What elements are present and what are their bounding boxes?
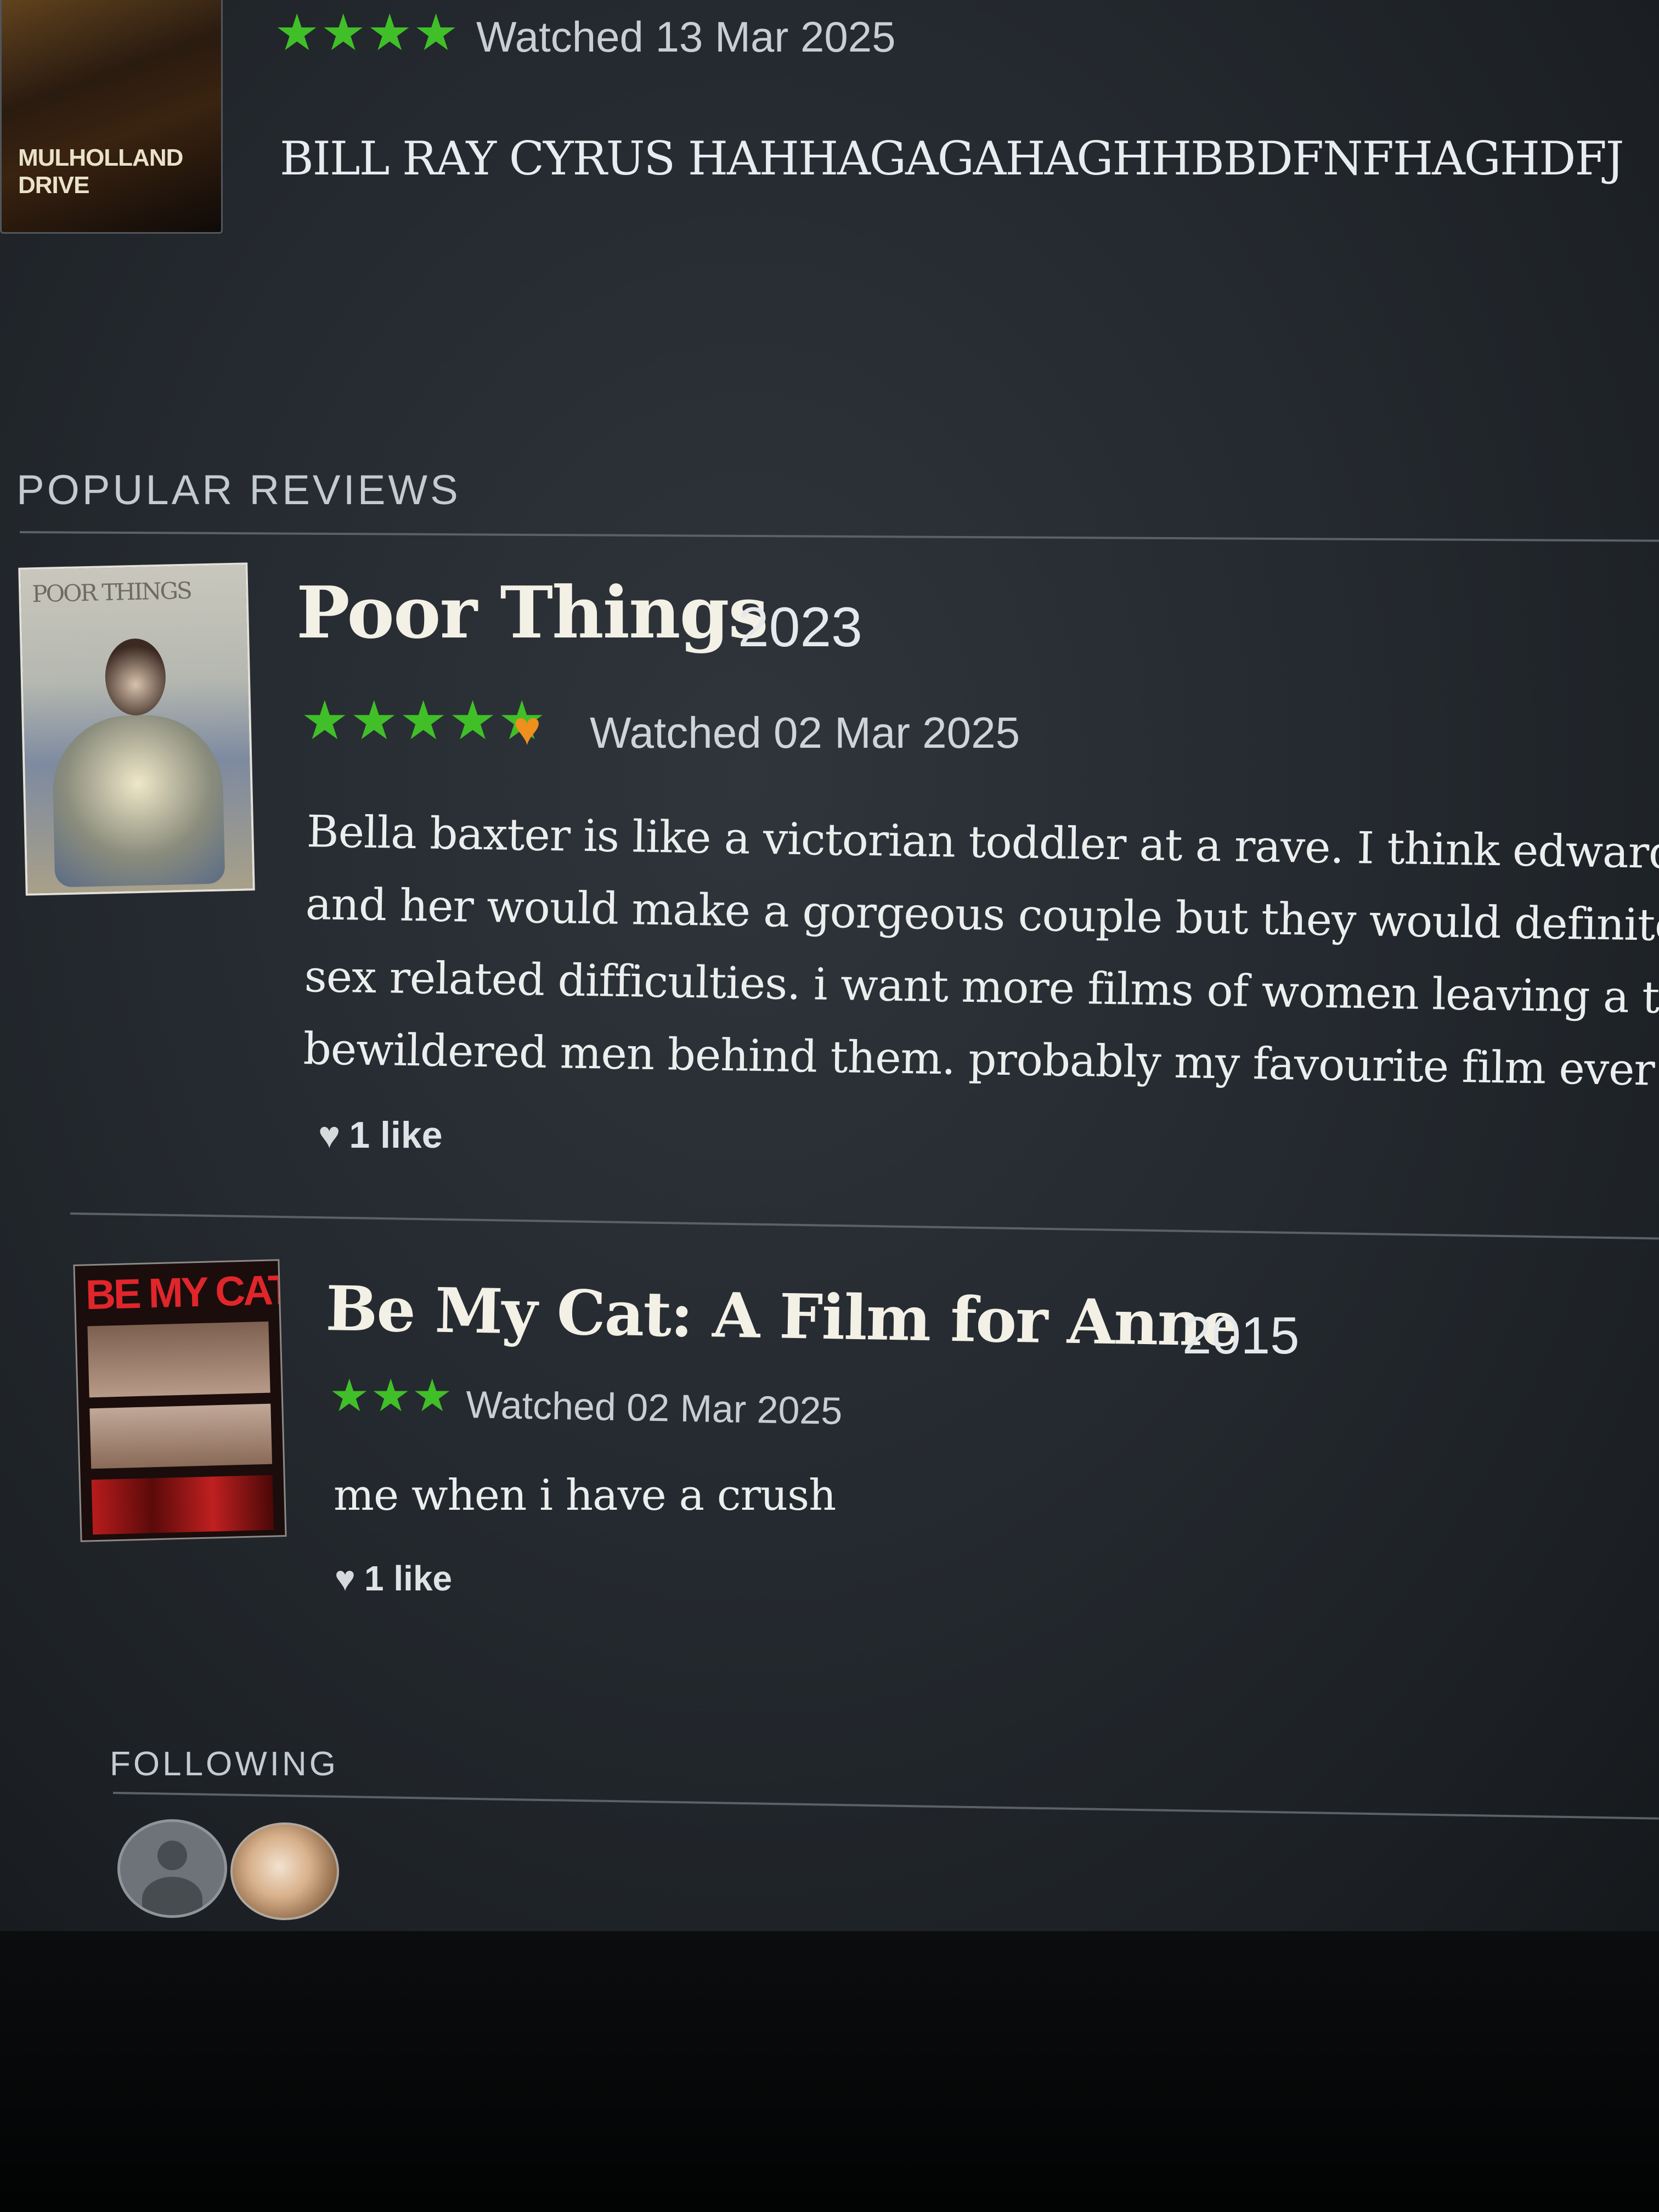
poster-title: MULHOLLAND DRIVE: [18, 144, 183, 199]
poster-figure-dress: [51, 713, 225, 888]
popular-reviews-header[interactable]: POPULAR REVIEWS: [16, 466, 461, 514]
rating-stars: ★★★★★: [301, 692, 548, 751]
like-count: 1 like: [364, 1559, 453, 1598]
review-text[interactable]: BILL RAY CYRUS HAHHAGAGAHAGHHBBDFNFHAGHD…: [280, 132, 1624, 185]
review-body[interactable]: Bella baxter is like a victorian toddler…: [303, 795, 1659, 1107]
person-icon-head: [157, 1841, 187, 1870]
rating-stars: ★★★: [329, 1371, 454, 1421]
like-button[interactable]: ♥ 1 like: [318, 1114, 443, 1156]
watched-date: Watched 13 Mar 2025: [476, 13, 896, 61]
liked-heart-icon: ♥: [513, 702, 541, 755]
poster-red-strip: [91, 1475, 274, 1535]
following-avatar-photo[interactable]: [230, 1822, 339, 1920]
poster-title: POOR THINGS: [31, 577, 191, 608]
poster-face-strip: [87, 1321, 270, 1398]
like-button[interactable]: ♥ 1 like: [335, 1558, 452, 1599]
heart-icon: ♥: [318, 1114, 341, 1156]
review-body[interactable]: me when i have a crush: [334, 1459, 836, 1532]
monitor-bezel: [0, 1931, 1659, 2212]
section-divider: [19, 531, 1659, 542]
watched-date[interactable]: Watched 02 Mar 2025: [466, 1383, 843, 1433]
film-title[interactable]: Be My Cat: A Film for Anne: [325, 1273, 1240, 1361]
like-count: 1 like: [349, 1114, 443, 1156]
poster-mulholland-drive[interactable]: MULHOLLAND DRIVE: [0, 0, 223, 234]
film-year[interactable]: 2015: [1182, 1306, 1300, 1366]
poster-figure: [104, 637, 167, 716]
screen: MULHOLLAND DRIVE ★★★★ Watched 13 Mar 202…: [0, 0, 1659, 1942]
rating-stars: ★★★★: [274, 5, 460, 61]
following-header[interactable]: FOLLOWING: [110, 1745, 338, 1784]
poster-be-my-cat[interactable]: BE MY CAT: [73, 1259, 287, 1542]
poster-title: BE MY CAT: [84, 1266, 287, 1319]
heart-icon: ♥: [335, 1559, 356, 1598]
film-year[interactable]: 2023: [738, 595, 862, 659]
section-divider: [112, 1792, 1659, 1820]
following-avatar-default[interactable]: [117, 1819, 227, 1918]
review-line: me when i have a crush: [334, 1471, 836, 1520]
watched-date[interactable]: Watched 02 Mar 2025: [590, 708, 1020, 758]
person-icon-body: [142, 1877, 202, 1915]
poster-poor-things[interactable]: POOR THINGS: [18, 562, 255, 896]
film-title[interactable]: Poor Things: [296, 571, 769, 654]
poster-face-strip: [89, 1403, 273, 1469]
review-divider: [70, 1212, 1659, 1240]
